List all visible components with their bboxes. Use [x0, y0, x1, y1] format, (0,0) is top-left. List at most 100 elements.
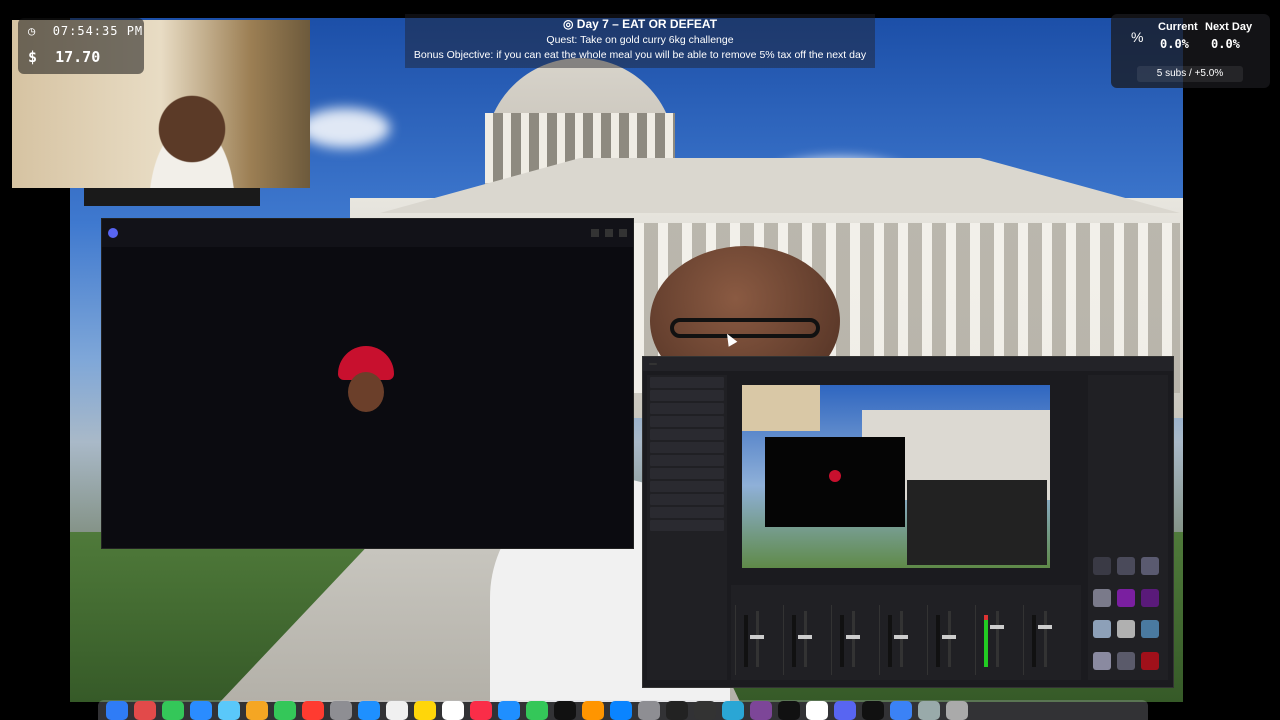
caller-face: [348, 372, 384, 412]
fader[interactable]: [975, 605, 1020, 675]
tile[interactable]: [1093, 557, 1111, 575]
trash-icon[interactable]: [946, 701, 968, 720]
appletv-icon[interactable]: [554, 701, 576, 720]
meter: [1032, 615, 1036, 667]
fader-knob[interactable]: [750, 635, 764, 639]
discord-icon[interactable]: [834, 701, 856, 720]
scene-item[interactable]: [650, 481, 724, 492]
meld-icon[interactable]: [722, 701, 744, 720]
fader-knob[interactable]: [798, 635, 812, 639]
davinci-icon[interactable]: [694, 701, 716, 720]
obs-toolbar-button[interactable]: [649, 363, 657, 365]
fader-knob[interactable]: [942, 635, 956, 639]
maximize-icon[interactable]: [605, 229, 613, 237]
minimize-icon[interactable]: [591, 229, 599, 237]
next-day-value: 0.0%: [1211, 37, 1240, 51]
obs-icon[interactable]: [666, 701, 688, 720]
fader-knob[interactable]: [894, 635, 908, 639]
fader-knob[interactable]: [990, 625, 1004, 629]
fader-track: [756, 611, 759, 667]
scene-item[interactable]: [650, 494, 724, 505]
settings-icon[interactable]: [638, 701, 660, 720]
terminal-strip: [84, 188, 260, 206]
scene-item[interactable]: [650, 468, 724, 479]
keynote-icon[interactable]: [498, 701, 520, 720]
next-day-label: Next Day: [1205, 21, 1253, 33]
freeform-icon[interactable]: [442, 701, 464, 720]
scene-item[interactable]: [650, 507, 724, 518]
fader[interactable]: [879, 605, 924, 675]
facetime-icon[interactable]: [274, 701, 296, 720]
maps-icon[interactable]: [218, 701, 240, 720]
fader[interactable]: [735, 605, 780, 675]
tile[interactable]: [1141, 620, 1159, 638]
macos-dock: [98, 700, 1148, 720]
numbers-icon[interactable]: [526, 701, 548, 720]
scene-item[interactable]: [650, 403, 724, 414]
fader[interactable]: [783, 605, 828, 675]
obs-preview[interactable]: [742, 385, 1050, 568]
fader[interactable]: [831, 605, 876, 675]
caller-video: [338, 346, 394, 416]
mail-icon[interactable]: [190, 701, 212, 720]
vpn-icon[interactable]: [890, 701, 912, 720]
meter: [936, 615, 940, 667]
fader[interactable]: [927, 605, 972, 675]
tile[interactable]: [1117, 557, 1135, 575]
gpt-icon[interactable]: [778, 701, 800, 720]
window-controls: [591, 229, 627, 237]
launchpad-icon[interactable]: [134, 701, 156, 720]
tile[interactable]: [1093, 620, 1111, 638]
fader-knob[interactable]: [1038, 625, 1052, 629]
finder-icon[interactable]: [106, 701, 128, 720]
current-value: 0.0%: [1160, 37, 1189, 51]
tile[interactable]: [1141, 557, 1159, 575]
tile[interactable]: [1117, 651, 1135, 670]
contacts-icon[interactable]: [330, 701, 352, 720]
safari-icon[interactable]: [358, 701, 380, 720]
close-icon[interactable]: [619, 229, 627, 237]
music-icon[interactable]: [470, 701, 492, 720]
scene-item[interactable]: [650, 390, 724, 401]
tile[interactable]: [1141, 651, 1159, 670]
obs-window[interactable]: [642, 356, 1174, 688]
scene-item[interactable]: [650, 520, 724, 531]
tile[interactable]: [1093, 588, 1111, 607]
tile[interactable]: [1117, 588, 1135, 607]
preview-turban: [829, 470, 841, 482]
window-titlebar[interactable]: [102, 219, 633, 247]
tile[interactable]: [1093, 651, 1111, 670]
scene-item[interactable]: [650, 377, 724, 388]
tor-icon[interactable]: [750, 701, 772, 720]
scene-item[interactable]: [650, 455, 724, 466]
reminders-icon[interactable]: [386, 701, 408, 720]
tile[interactable]: [1117, 620, 1135, 638]
messages-icon[interactable]: [162, 701, 184, 720]
quest-banner: ◎ Day 7 – EAT OR DEFEAT Quest: Take on g…: [405, 14, 875, 68]
photos-icon[interactable]: [246, 701, 268, 720]
fader-track: [996, 611, 999, 667]
terminal-icon[interactable]: [862, 701, 884, 720]
scene-item[interactable]: [650, 429, 724, 440]
scene-item[interactable]: [650, 442, 724, 453]
meter: [888, 615, 892, 667]
glasses: [670, 318, 820, 338]
fader-knob[interactable]: [846, 635, 860, 639]
downloads-icon[interactable]: [918, 701, 940, 720]
obs-toolbar: [643, 357, 1173, 371]
fader[interactable]: [1023, 605, 1068, 675]
pages-icon[interactable]: [582, 701, 604, 720]
tile[interactable]: [1141, 588, 1159, 607]
scene-item[interactable]: [650, 416, 724, 427]
notes-icon[interactable]: [414, 701, 436, 720]
percent-icon: %: [1131, 29, 1144, 45]
appstore-icon[interactable]: [610, 701, 632, 720]
subs-badge: 5 subs / +5.0%: [1137, 66, 1243, 82]
chrome-icon[interactable]: [806, 701, 828, 720]
meter: [840, 615, 844, 667]
calendar-icon[interactable]: [302, 701, 324, 720]
preview-call-window: [765, 437, 905, 527]
current-label: Current: [1158, 21, 1198, 33]
bonus-objective: Bonus Objective: if you can eat the whol…: [413, 49, 867, 61]
filter-tiles: [1093, 557, 1163, 677]
